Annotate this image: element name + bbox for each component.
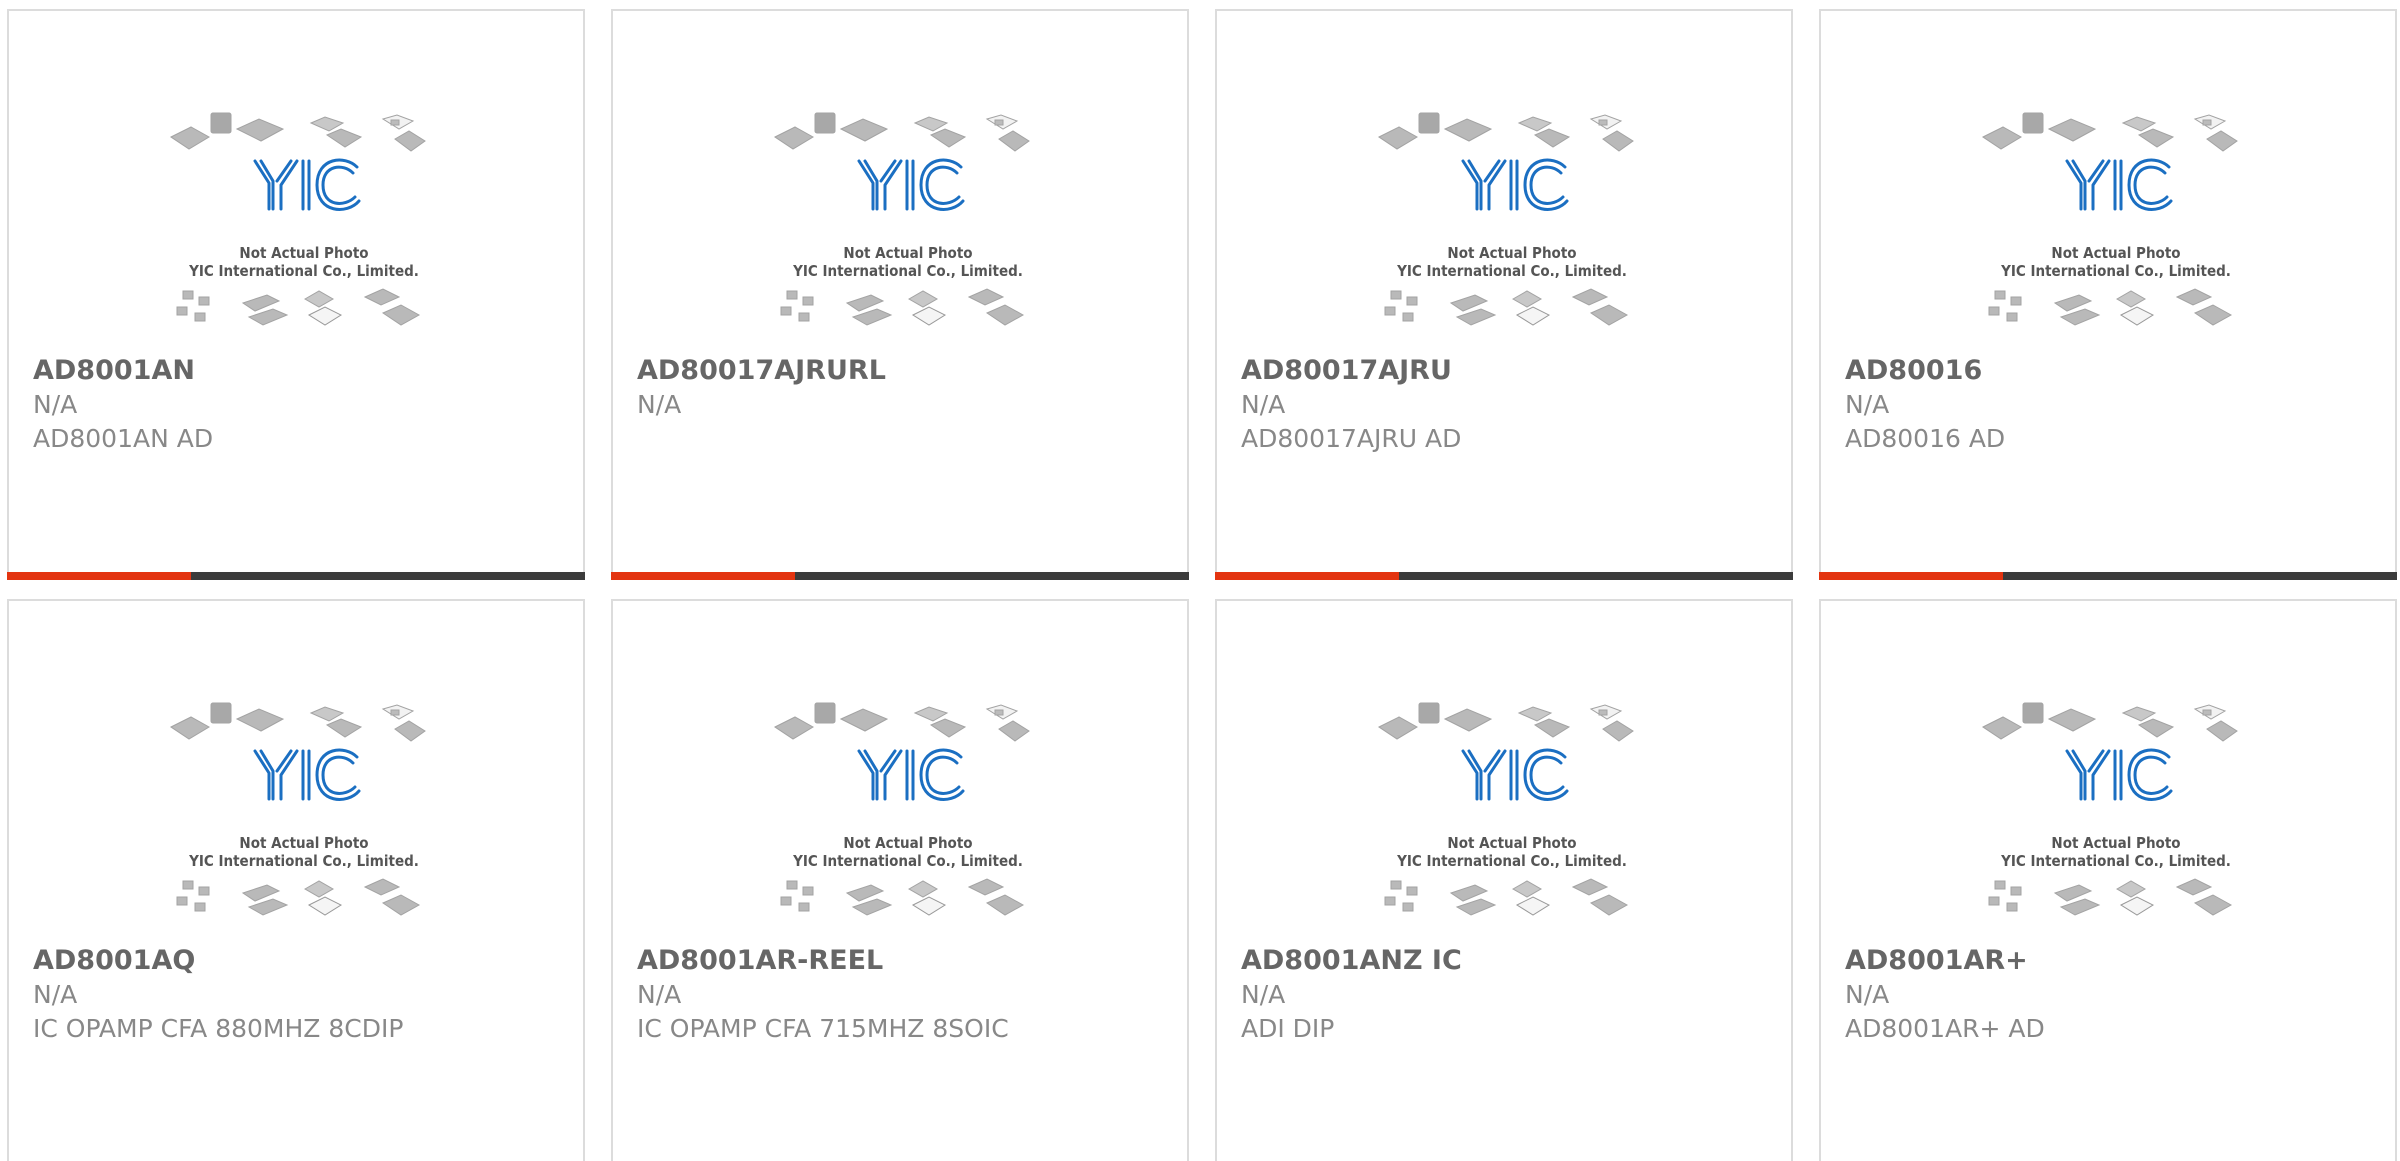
watermark-line2: YIC International Co., Limited. [793, 852, 1023, 870]
product-photo[interactable]: Not Actual Photo YIC International Co., … [773, 691, 1043, 941]
product-card[interactable]: Not Actual Photo YIC International Co., … [1215, 9, 1793, 580]
watermark-line2: YIC International Co., Limited. [189, 262, 419, 280]
part-number[interactable]: AD8001AN [33, 354, 573, 388]
chip-collage-icon [1378, 702, 1634, 916]
description: AD80016 AD [1845, 424, 2006, 453]
product-grid: Not Actual Photo YIC International Co., … [0, 0, 2400, 1161]
watermark-line2: YIC International Co., Limited. [1397, 852, 1627, 870]
part-number[interactable]: AD8001AR+ [1845, 944, 2385, 978]
package: N/A [1241, 390, 1286, 419]
watermark-line1: Not Actual Photo [239, 244, 369, 262]
watermark-line1: Not Actual Photo [843, 244, 973, 262]
product-photo[interactable]: Not Actual Photo YIC International Co., … [1377, 101, 1647, 351]
package: N/A [637, 980, 682, 1009]
watermark-line2: YIC International Co., Limited. [189, 852, 419, 870]
chip-collage-icon [170, 112, 426, 326]
watermark-line1: Not Actual Photo [1447, 834, 1577, 852]
package: N/A [637, 390, 682, 419]
card-bar-accent [7, 572, 191, 580]
part-number[interactable]: AD8001ANZ IC [1241, 944, 1781, 978]
product-photo[interactable]: Not Actual Photo YIC International Co., … [1981, 691, 2251, 941]
part-number[interactable]: AD80016 [1845, 354, 2385, 388]
watermark-line2: YIC International Co., Limited. [2001, 262, 2231, 280]
description: AD8001AN AD [33, 424, 214, 453]
card-bottom-bar [7, 572, 585, 580]
product-card[interactable]: Not Actual Photo YIC International Co., … [611, 599, 1189, 1161]
description: IC OPAMP CFA 880MHZ 8CDIP [33, 1014, 404, 1043]
description: AD8001AR+ AD [1845, 1014, 2045, 1043]
watermark-line2: YIC International Co., Limited. [793, 262, 1023, 280]
product-card[interactable]: Not Actual Photo YIC International Co., … [611, 9, 1189, 580]
description: ADI DIP [1241, 1014, 1335, 1043]
package: N/A [1241, 980, 1286, 1009]
product-photo[interactable]: Not Actual Photo YIC International Co., … [1981, 101, 2251, 351]
package: N/A [33, 390, 78, 419]
card-bottom-bar [1215, 572, 1793, 580]
part-number[interactable]: AD8001AR-REEL [637, 944, 1177, 978]
card-bottom-bar [1819, 572, 2397, 580]
product-photo[interactable]: Not Actual Photo YIC International Co., … [1377, 691, 1647, 941]
chip-collage-icon [170, 702, 426, 916]
card-bar-accent [1819, 572, 2003, 580]
product-photo[interactable]: Not Actual Photo YIC International Co., … [169, 101, 439, 351]
part-number[interactable]: AD80017AJRURL [637, 354, 1177, 388]
chip-collage-icon [1982, 702, 2238, 916]
package: N/A [33, 980, 78, 1009]
watermark-line2: YIC International Co., Limited. [1397, 262, 1627, 280]
product-card[interactable]: Not Actual Photo YIC International Co., … [7, 9, 585, 580]
product-card[interactable]: Not Actual Photo YIC International Co., … [1819, 9, 2397, 580]
description: AD80017AJRU AD [1241, 424, 1462, 453]
watermark-line1: Not Actual Photo [2051, 834, 2181, 852]
package: N/A [1845, 390, 1890, 419]
watermark-line1: Not Actual Photo [2051, 244, 2181, 262]
watermark-line1: Not Actual Photo [239, 834, 369, 852]
product-photo[interactable]: Not Actual Photo YIC International Co., … [169, 691, 439, 941]
part-number[interactable]: AD80017AJRU [1241, 354, 1781, 388]
card-bar-accent [611, 572, 795, 580]
product-card[interactable]: Not Actual Photo YIC International Co., … [1819, 599, 2397, 1161]
watermark-line1: Not Actual Photo [843, 834, 973, 852]
product-card[interactable]: Not Actual Photo YIC International Co., … [1215, 599, 1793, 1161]
chip-collage-icon [1982, 112, 2238, 326]
part-number[interactable]: AD8001AQ [33, 944, 573, 978]
card-bar-accent [1215, 572, 1399, 580]
chip-collage-icon [774, 702, 1030, 916]
description: IC OPAMP CFA 715MHZ 8SOIC [637, 1014, 1009, 1043]
card-bottom-bar [611, 572, 1189, 580]
product-photo[interactable]: Not Actual Photo YIC International Co., … [773, 101, 1043, 351]
product-card[interactable]: Not Actual Photo YIC International Co., … [7, 599, 585, 1161]
chip-collage-icon [1378, 112, 1634, 326]
package: N/A [1845, 980, 1890, 1009]
chip-collage-icon [774, 112, 1030, 326]
watermark-line1: Not Actual Photo [1447, 244, 1577, 262]
watermark-line2: YIC International Co., Limited. [2001, 852, 2231, 870]
